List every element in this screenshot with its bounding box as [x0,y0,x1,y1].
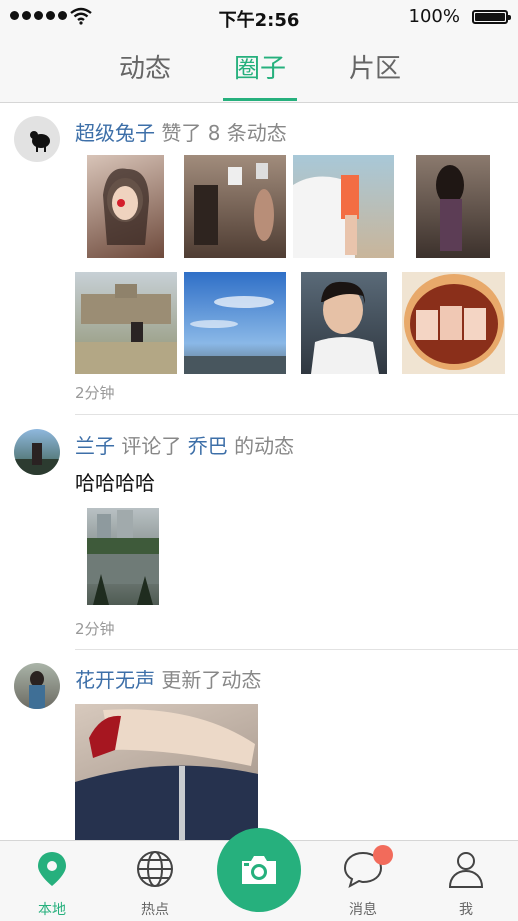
username-link[interactable]: 兰子 [75,434,115,458]
username-link[interactable]: 超级兔子 [75,121,155,145]
comment-text: 哈哈哈哈 [75,471,155,495]
status-bar: 下午2:56 100% [0,0,518,34]
timestamp: 2分钟 [75,620,115,638]
action-text: 的动态 [234,434,295,458]
nav-label: 本地 [38,902,66,918]
camera-button[interactable] [217,828,301,912]
active-tab-indicator [223,98,297,101]
feed-item-header: 兰子 评论了 乔巴 的动态 [75,430,294,459]
photo-thumbnail[interactable] [184,272,286,374]
photo-thumbnail[interactable] [301,272,387,374]
top-tab-bar: 动态 圈子 片区 [0,34,518,103]
photo-thumbnail[interactable] [402,272,505,374]
divider [75,414,518,415]
nav-label: 热点 [141,902,169,918]
photo-thumbnail[interactable] [87,508,159,605]
activity-feed[interactable]: 超级兔子 赞了 8 条动态 2分钟 兰子 评论了 乔巴 的动态 哈哈哈哈 2分钟… [0,103,518,840]
feed-item-header: 超级兔子 赞了 8 条动态 [75,117,287,146]
nav-label: 消息 [349,902,377,918]
action-text: 更新了动态 [161,668,262,692]
nav-local[interactable]: 本地 [12,841,92,921]
tab-quanzi[interactable]: 圈子 [200,48,320,85]
action-text: 赞了 8 条动态 [161,121,287,145]
battery-icon [472,10,511,24]
nav-me[interactable]: 我 [426,841,506,921]
action-text: 评论了 [121,434,182,458]
target-username-link[interactable]: 乔巴 [188,434,228,458]
notification-badge [373,845,393,865]
timestamp: 2分钟 [75,384,115,402]
globe-icon [137,851,173,887]
photo-thumbnail[interactable] [416,155,490,258]
divider [75,649,518,650]
avatar[interactable] [14,116,60,162]
username-link[interactable]: 花开无声 [75,668,155,692]
battery-percent: 100% [408,6,460,27]
feed-item-header: 花开无声 更新了动态 [75,664,261,693]
photo-thumbnail[interactable] [75,272,177,374]
nav-hot[interactable]: 热点 [115,841,195,921]
tab-pianqu[interactable]: 片区 [315,48,435,85]
location-pin-icon [38,852,66,886]
avatar[interactable] [14,429,60,475]
avatar[interactable] [14,663,60,709]
photo-thumbnail[interactable] [184,155,286,258]
person-icon [448,852,484,888]
photo-thumbnail[interactable] [87,155,164,258]
photo-thumbnail[interactable] [293,155,394,258]
camera-icon [242,856,276,884]
photo-thumbnail[interactable] [75,704,258,840]
nav-label: 我 [459,902,473,918]
tab-dongtai[interactable]: 动态 [85,48,205,85]
